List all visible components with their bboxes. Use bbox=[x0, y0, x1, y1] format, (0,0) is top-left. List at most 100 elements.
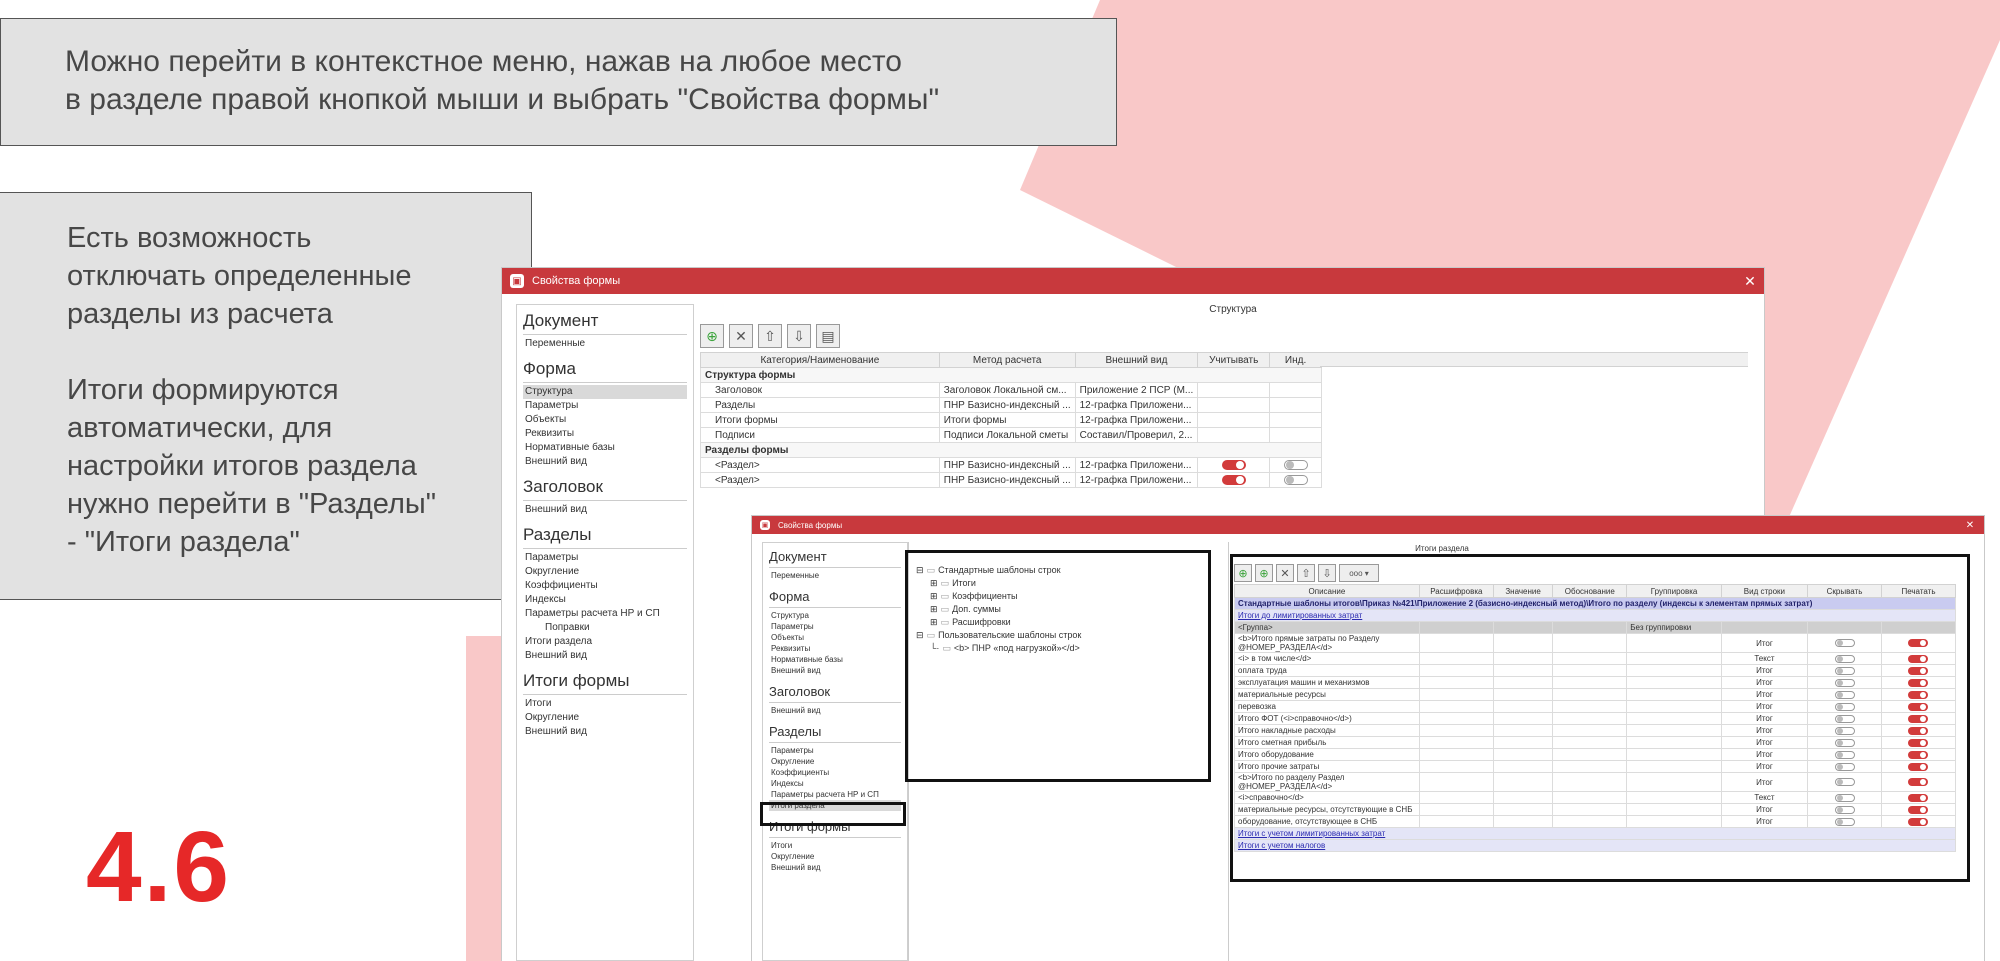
table-group-row: Разделы формы bbox=[700, 442, 1322, 458]
cell-name: Разделы bbox=[700, 397, 940, 413]
nav-item[interactable]: Округление bbox=[769, 851, 901, 862]
splitter bbox=[1228, 542, 1229, 961]
nav-divider bbox=[523, 548, 687, 549]
nav-divider bbox=[769, 567, 901, 568]
cell-view: 12-графка Приложени... bbox=[1074, 472, 1199, 488]
nav-group-title: Форма bbox=[769, 589, 810, 604]
nav-divider bbox=[769, 607, 901, 608]
app-icon: ▣ bbox=[510, 274, 524, 288]
nav-item[interactable]: Внешний вид bbox=[523, 503, 687, 517]
nav-item[interactable]: Структура bbox=[769, 610, 901, 621]
nav-item[interactable]: Внешний вид bbox=[769, 705, 901, 716]
cell-use bbox=[1197, 382, 1271, 398]
cell-use bbox=[1197, 397, 1271, 413]
table-row[interactable]: <Раздел> ПНР Базисно-индексный ... 12-граф… bbox=[700, 457, 1322, 473]
nav-item[interactable]: Итоги bbox=[523, 697, 687, 711]
close-icon[interactable]: ✕ bbox=[1736, 273, 1764, 290]
nav-group-title: Заголовок bbox=[523, 477, 603, 496]
nav-item[interactable]: Индексы bbox=[769, 778, 901, 789]
column-header[interactable]: Метод расчета bbox=[938, 352, 1076, 368]
nav-item[interactable]: Индексы bbox=[523, 593, 687, 607]
nav-item[interactable]: Итоги раздела bbox=[523, 635, 687, 649]
table-header-row: Категория/Наименование Метод расчета Внешн… bbox=[700, 352, 1322, 368]
nav-item[interactable]: Параметры расчета НР и СП bbox=[769, 789, 901, 800]
table-row[interactable]: Итоги формы Итоги формы 12-графка Приложен… bbox=[700, 412, 1322, 428]
cell-view: Приложение 2 ПСР (М... bbox=[1074, 382, 1199, 398]
nav-item[interactable]: Внешний вид bbox=[769, 862, 901, 873]
nav-divider bbox=[523, 694, 687, 695]
column-header[interactable]: Внешний вид bbox=[1074, 352, 1199, 368]
cell-name: Подписи bbox=[700, 427, 940, 443]
nav-item[interactable]: Объекты bbox=[523, 413, 687, 427]
column-header[interactable]: Учитывать bbox=[1197, 352, 1271, 368]
nav-divider bbox=[769, 742, 901, 743]
nav-item[interactable]: Нормативные базы bbox=[523, 441, 687, 455]
nav-item[interactable]: Переменные bbox=[523, 337, 687, 351]
nav-item[interactable]: Параметры расчета НР и СП bbox=[523, 607, 687, 621]
add-icon[interactable]: ⊕ bbox=[700, 324, 724, 348]
nav-item[interactable]: Поправки bbox=[523, 621, 687, 635]
nav-item[interactable]: Внешний вид bbox=[523, 725, 687, 739]
column-header[interactable]: Инд. bbox=[1269, 352, 1322, 368]
nav-divider bbox=[523, 334, 687, 335]
nav-group-title: Заголовок bbox=[769, 684, 831, 699]
slide-number: 4.6 bbox=[86, 811, 232, 923]
table-row[interactable]: Заголовок Заголовок Локальной см... Прилож… bbox=[700, 382, 1322, 398]
close-icon[interactable]: ✕ bbox=[1956, 520, 1984, 531]
app-icon: ▣ bbox=[760, 520, 770, 530]
nav-item[interactable]: Параметры bbox=[769, 621, 901, 632]
nav-group-title: Документ bbox=[769, 549, 827, 564]
nav-item[interactable]: Объекты bbox=[769, 632, 901, 643]
nav-divider bbox=[769, 702, 901, 703]
decor-pink-strip bbox=[466, 636, 506, 961]
highlight-section-totals-nav bbox=[760, 802, 906, 826]
nav-item[interactable]: Реквизиты bbox=[769, 643, 901, 654]
toggle-on[interactable] bbox=[1221, 474, 1246, 485]
callout-context-menu-text: Можно перейти в контекстное меню, нажав … bbox=[65, 45, 940, 116]
table-row[interactable]: Разделы ПНР Базисно-индексный ... 12-графк… bbox=[700, 397, 1322, 413]
cell-ind bbox=[1269, 412, 1322, 428]
callout-sections-text-2: Итоги формируются автоматически, для нас… bbox=[67, 374, 437, 558]
toggle-on[interactable] bbox=[1221, 459, 1246, 470]
cell-use bbox=[1197, 412, 1271, 428]
nav-item[interactable]: Внешний вид bbox=[769, 665, 901, 676]
nav-item[interactable]: Параметры bbox=[523, 551, 687, 565]
window-title: Свойства формы bbox=[532, 275, 621, 287]
nav-item[interactable]: Округление bbox=[523, 565, 687, 579]
nav-divider bbox=[523, 382, 687, 383]
table-row[interactable]: <Раздел> ПНР Базисно-индексный ... 12-граф… bbox=[700, 472, 1322, 488]
properties-icon[interactable]: ▤ bbox=[816, 324, 840, 348]
nav-item[interactable]: Итоги bbox=[769, 840, 901, 851]
nav-item[interactable]: Параметры bbox=[769, 745, 901, 756]
cell-view: 12-графка Приложени... bbox=[1074, 457, 1199, 473]
cell-name: Заголовок bbox=[700, 382, 940, 398]
nav-item[interactable]: Округление bbox=[523, 711, 687, 725]
nav-item[interactable]: Нормативные базы bbox=[769, 654, 901, 665]
nav-item[interactable]: Структура bbox=[523, 385, 687, 399]
toggle-off[interactable] bbox=[1283, 474, 1308, 485]
nav-divider bbox=[769, 837, 901, 838]
arrow-down-icon[interactable]: ⇩ bbox=[787, 324, 811, 348]
nav-item[interactable]: Коэффициенты bbox=[523, 579, 687, 593]
toggle-off[interactable] bbox=[1283, 459, 1308, 470]
callout-sections-text-1: Есть возможность отключать определенные … bbox=[67, 222, 412, 330]
nav-group-title: Форма bbox=[523, 359, 576, 378]
callout-sections: Есть возможность отключать определенные … bbox=[0, 192, 532, 600]
table-row[interactable]: Подписи Подписи Локальной сметы Составил/П… bbox=[700, 427, 1322, 443]
delete-icon[interactable]: ✕ bbox=[729, 324, 753, 348]
cell-name: <Раздел> bbox=[700, 472, 940, 488]
nav-item[interactable]: Параметры bbox=[523, 399, 687, 413]
structure-toolbar: ⊕ ✕ ⇧ ⇩ ▤ bbox=[700, 324, 840, 348]
column-header[interactable]: Категория/Наименование bbox=[700, 352, 940, 368]
panel-title: Структура bbox=[1209, 304, 1257, 315]
nav-item[interactable]: Внешний вид bbox=[523, 455, 687, 469]
nav-item[interactable]: Коэффициенты bbox=[769, 767, 901, 778]
nav-item[interactable]: Переменные bbox=[769, 570, 901, 581]
nav-item[interactable]: Реквизиты bbox=[523, 427, 687, 441]
cell-ind bbox=[1269, 427, 1322, 443]
nav-item[interactable]: Внешний вид bbox=[523, 649, 687, 663]
arrow-up-icon[interactable]: ⇧ bbox=[758, 324, 782, 348]
nav-group-title: Разделы bbox=[523, 525, 592, 544]
nav-item[interactable]: Округление bbox=[769, 756, 901, 767]
form-properties-nav: Документ Переменные Форма Структура Параметр… bbox=[516, 304, 694, 961]
